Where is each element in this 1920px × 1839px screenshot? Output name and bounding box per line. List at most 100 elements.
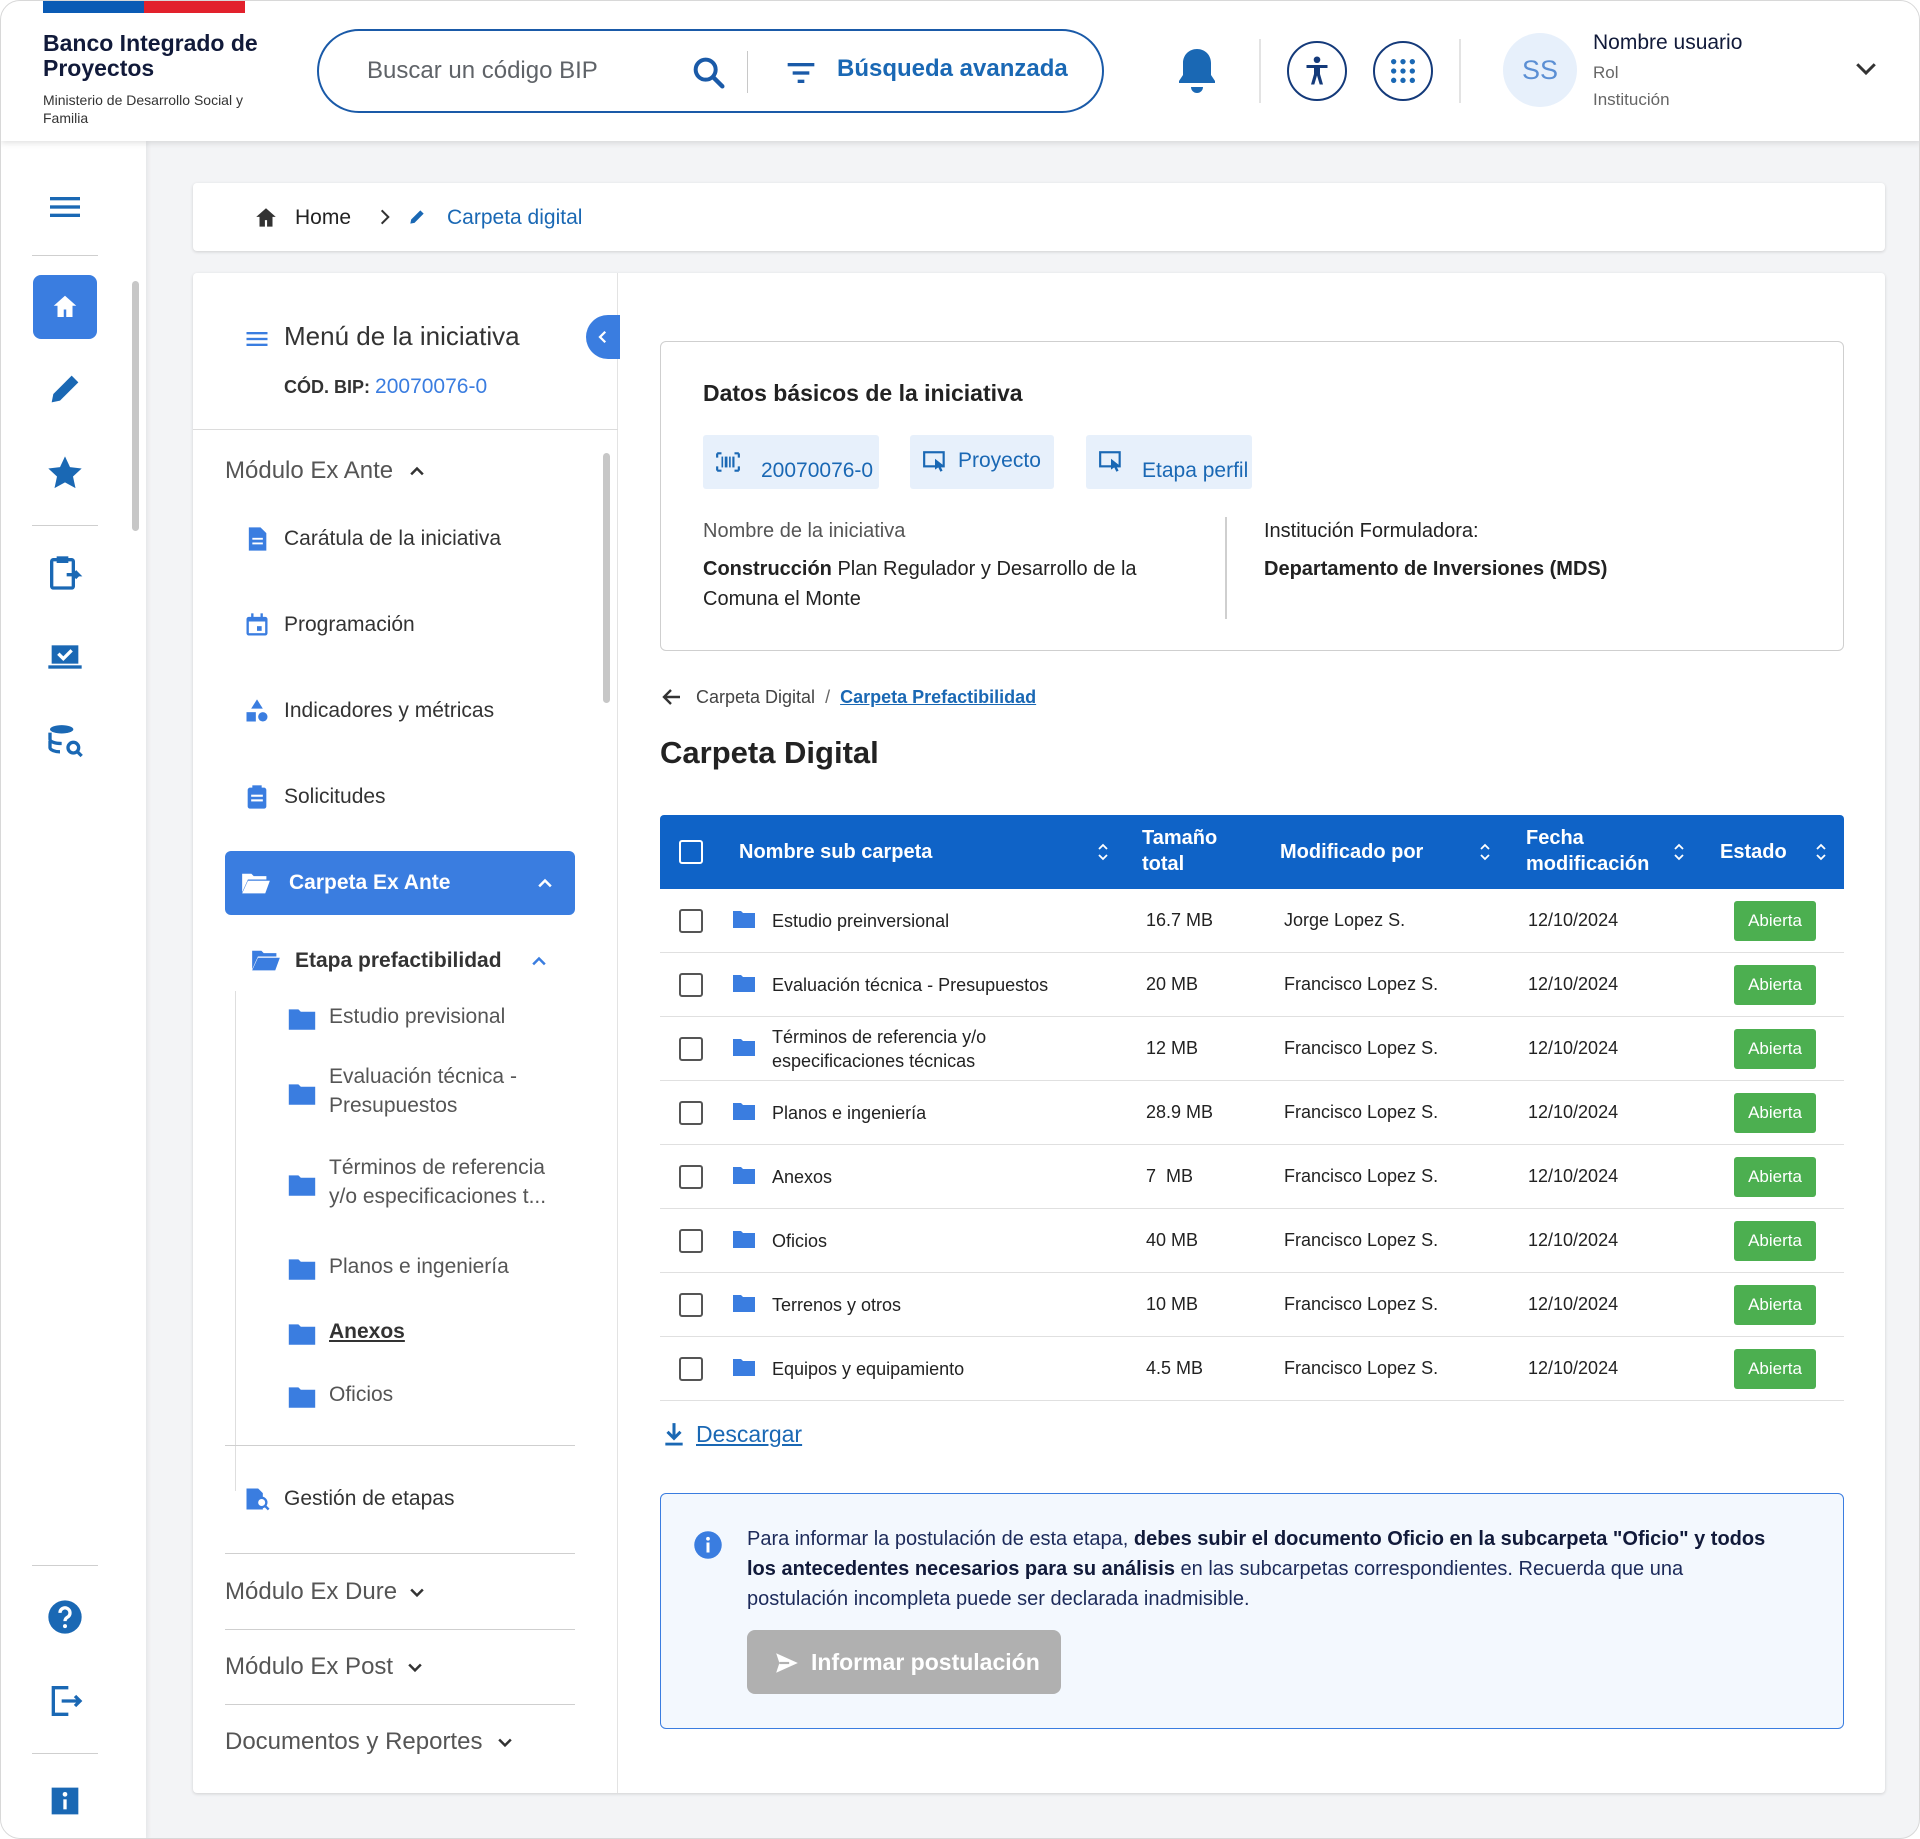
folder-icon (733, 1359, 755, 1376)
sort-icon[interactable] (1814, 841, 1828, 863)
rail-divider (32, 1753, 98, 1754)
table-row[interactable]: Anexos 7 MB Francisco Lopez S. 12/10/202… (660, 1145, 1844, 1209)
help-icon[interactable] (45, 1597, 85, 1637)
apps-button[interactable] (1373, 41, 1433, 101)
initiative-name-value: Construcción Plan Regulador y Desarrollo… (703, 558, 1137, 610)
table-row[interactable]: Oficios 40 MB Francisco Lopez S. 12/10/2… (660, 1209, 1844, 1273)
rail-home-button[interactable] (33, 275, 97, 339)
row-checkbox[interactable] (679, 1293, 703, 1317)
breadcrumb-home[interactable]: Home (295, 206, 351, 230)
pencil-icon[interactable] (45, 369, 85, 409)
logout-icon[interactable] (45, 1681, 85, 1721)
collapse-menu-button[interactable] (586, 315, 620, 359)
folder-breadcrumb-current[interactable]: Carpeta Prefactibilidad (840, 687, 1036, 707)
row-name[interactable]: Evaluación técnica - Presupuestos (772, 973, 1048, 997)
clipboard-swap-icon[interactable] (45, 553, 85, 593)
subfolder-label: Anexos (329, 1320, 405, 1343)
report-application-button[interactable]: Informar postulación (747, 1630, 1061, 1694)
row-name[interactable]: Terrenos y otros (772, 1293, 901, 1317)
chevron-down-icon[interactable] (405, 1657, 425, 1677)
table-row[interactable]: Equipos y equipamiento 4.5 MB Francisco … (660, 1337, 1844, 1401)
header-divider (1459, 39, 1461, 103)
menu-item-gestion-etapas[interactable]: Gestión de etapas (243, 1479, 563, 1519)
menu-icon[interactable] (45, 187, 85, 227)
menu-item-solicitudes[interactable]: Solicitudes (243, 777, 563, 817)
menu-scrollbar[interactable] (603, 453, 610, 703)
module-ex-dure[interactable]: Módulo Ex Dure (225, 1578, 397, 1606)
subfolder-label: Estudio previsional (329, 1005, 506, 1028)
row-modified-by: Francisco Lopez S. (1284, 1038, 1439, 1058)
bip-code-value: 20070076-0 (375, 375, 488, 398)
avatar[interactable]: SS (1503, 33, 1577, 107)
module-ex-ante[interactable]: Módulo Ex Ante (225, 457, 393, 485)
menu-divider (225, 1629, 575, 1630)
row-name[interactable]: Planos e ingeniería (772, 1101, 926, 1125)
download-icon[interactable] (663, 1421, 685, 1447)
row-name[interactable]: Términos de referencia y/o especificacio… (772, 1025, 1042, 1073)
row-name[interactable]: Anexos (772, 1165, 832, 1189)
sort-icon[interactable] (1478, 841, 1492, 863)
filter-icon[interactable] (781, 53, 821, 93)
row-size: 4.5 MB (1146, 1358, 1204, 1378)
chevron-down-icon[interactable] (495, 1732, 515, 1752)
advanced-search-link[interactable]: Búsqueda avanzada (837, 55, 1068, 83)
header-modified-by[interactable]: Modificado por (1280, 839, 1423, 865)
database-search-icon[interactable] (45, 721, 85, 761)
row-checkbox[interactable] (679, 973, 703, 997)
search-icon[interactable] (689, 53, 729, 93)
search-divider (747, 51, 748, 93)
chevron-down-icon[interactable] (1851, 53, 1881, 83)
rail-divider (32, 255, 98, 256)
row-name[interactable]: Estudio preinversional (772, 909, 949, 933)
row-checkbox[interactable] (679, 1101, 703, 1125)
table-row[interactable]: Evaluación técnica - Presupuestos 20 MB … (660, 953, 1844, 1017)
table-row[interactable]: Estudio preinversional 16.7 MB Jorge Lop… (660, 889, 1844, 953)
header-name[interactable]: Nombre sub carpeta (739, 839, 932, 865)
row-checkbox[interactable] (679, 1357, 703, 1381)
menu-item-caratula[interactable]: Carátula de la iniciativa (243, 519, 563, 559)
sort-icon[interactable] (1672, 841, 1686, 863)
menu-item-programacion[interactable]: Programación (243, 605, 563, 645)
rail-scrollbar[interactable] (132, 281, 139, 531)
chevron-up-icon[interactable] (407, 461, 427, 481)
download-link[interactable]: Descargar (696, 1421, 802, 1448)
menu-item-indicadores[interactable]: Indicadores y métricas (243, 691, 563, 731)
select-all-checkbox[interactable] (679, 840, 703, 864)
menu-item-etapa-prefactibilidad[interactable]: Etapa prefactibilidad (251, 941, 571, 981)
sort-icon[interactable] (1096, 841, 1110, 863)
accessibility-button[interactable] (1287, 41, 1347, 101)
star-icon[interactable] (45, 453, 85, 493)
breadcrumb-current[interactable]: Carpeta digital (447, 206, 582, 230)
header-status[interactable]: Estado (1720, 839, 1787, 865)
main-card: Menú de la iniciativa CÓD. BIP: 20070076… (193, 273, 1885, 1793)
row-name[interactable]: Equipos y equipamiento (772, 1357, 964, 1381)
row-checkbox[interactable] (679, 1037, 703, 1061)
folder-breadcrumb-parent[interactable]: Carpeta Digital (696, 687, 815, 707)
chevron-up-icon (532, 956, 546, 966)
documents-reports[interactable]: Documentos y Reportes (225, 1728, 482, 1756)
barcode-icon (716, 452, 740, 472)
row-checkbox[interactable] (679, 1165, 703, 1189)
chip-label: 20070076-0 (761, 459, 874, 482)
arrow-left-icon[interactable] (659, 685, 685, 709)
row-checkbox[interactable] (679, 1229, 703, 1253)
row-size: 7 MB (1146, 1166, 1194, 1186)
table-row[interactable]: Terrenos y otros 10 MB Francisco Lopez S… (660, 1273, 1844, 1337)
bell-icon[interactable] (1173, 45, 1221, 97)
table-row[interactable]: Términos de referencia y/o especificacio… (660, 1017, 1844, 1081)
logo-title[interactable]: Banco Integrado de Proyectos (43, 31, 273, 81)
search-input[interactable] (367, 53, 667, 89)
folder-breadcrumb: Carpeta Digital / Carpeta Prefactibilidad (696, 687, 1037, 707)
row-checkbox[interactable] (679, 909, 703, 933)
header-date[interactable]: Fecha modificación (1526, 825, 1666, 877)
menu-item-carpeta-ex-ante[interactable]: Carpeta Ex Ante (225, 851, 575, 915)
breadcrumb: Home Carpeta digital (193, 183, 1885, 251)
module-ex-post[interactable]: Módulo Ex Post (225, 1653, 393, 1681)
table-row[interactable]: Planos e ingeniería 28.9 MB Francisco Lo… (660, 1081, 1844, 1145)
chevron-down-icon[interactable] (407, 1582, 427, 1602)
row-name[interactable]: Oficios (772, 1229, 827, 1253)
laptop-check-icon[interactable] (45, 637, 85, 677)
info-icon[interactable] (45, 1781, 85, 1821)
folder-icon (288, 1084, 316, 1105)
header-size[interactable]: Tamaño total (1142, 825, 1242, 877)
